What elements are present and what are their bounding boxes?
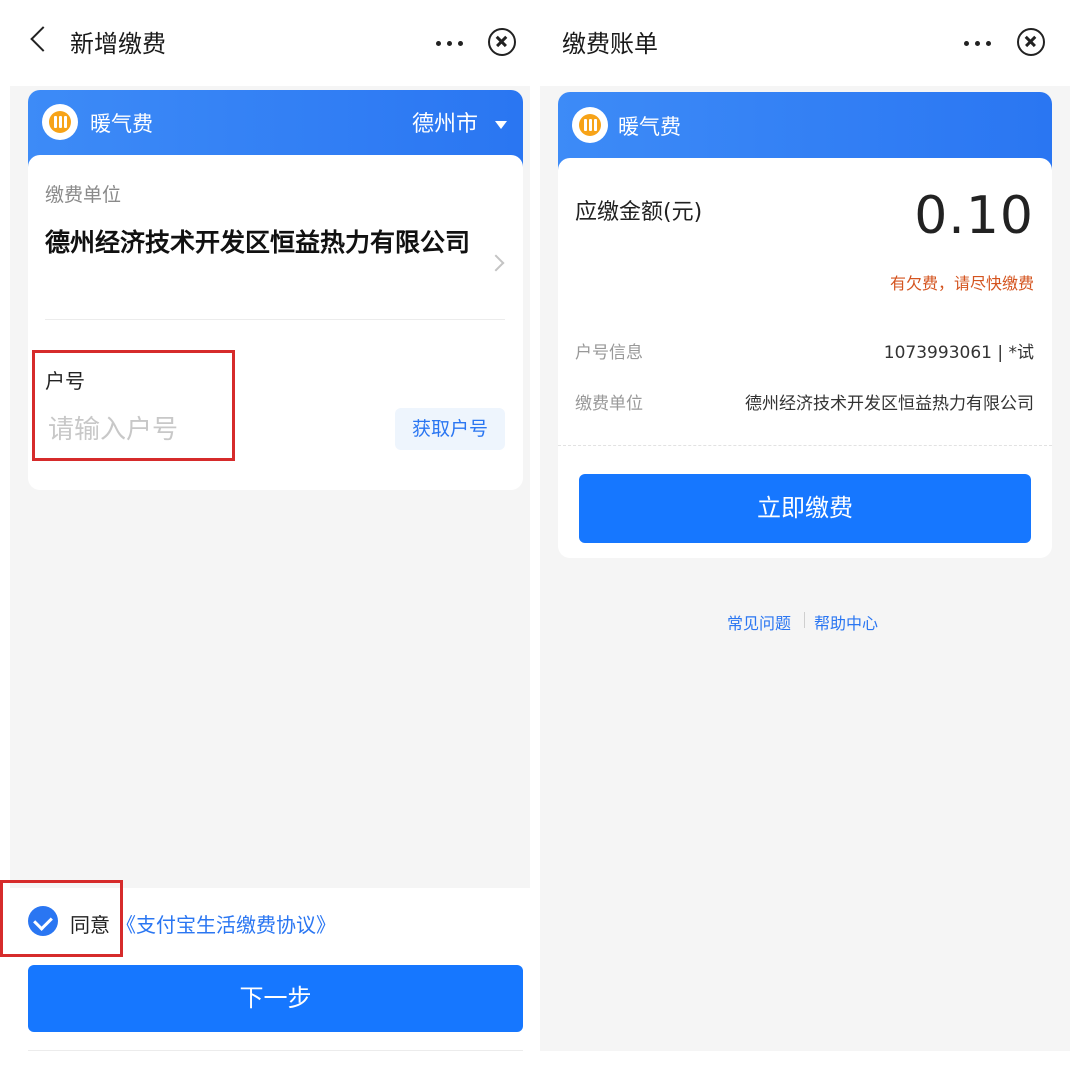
unit-selector[interactable]: 德州经济技术开发区恒益热力有限公司	[28, 215, 523, 315]
bill-card: 应缴金额(元) 0.10 有欠费，请尽快缴费 户号信息 1073993061 |…	[558, 158, 1052, 558]
page-title: 缴费账单	[562, 30, 658, 58]
account-highlight-box	[32, 350, 235, 461]
chevron-right-icon	[487, 254, 505, 272]
arrears-notice: 有欠费，请尽快缴费	[889, 274, 1034, 293]
close-icon[interactable]	[1017, 28, 1045, 56]
unit-name: 德州经济技术开发区恒益热力有限公司	[45, 228, 471, 257]
unit-value: 德州经济技术开发区恒益热力有限公司	[745, 394, 1034, 414]
dropdown-icon	[495, 121, 507, 129]
unit-label: 缴费单位	[45, 184, 122, 206]
agree-highlight-box	[0, 880, 123, 957]
fee-type-label: 暖气费	[90, 112, 153, 136]
get-account-button[interactable]: 获取户号	[395, 408, 505, 450]
new-payment-screen: 新增缴费 暖气费 德州市 缴费单位 德州经济技术开发区恒益热力有限公司 户号 获…	[0, 0, 540, 1080]
unit-label: 缴费单位	[575, 394, 643, 414]
close-icon[interactable]	[488, 28, 516, 56]
divider	[28, 1050, 523, 1051]
fee-type-label: 暖气费	[618, 115, 681, 139]
help-center-link[interactable]: 帮助中心	[814, 610, 878, 634]
dashed-divider	[558, 445, 1052, 446]
account-info-label: 户号信息	[575, 343, 643, 363]
heating-icon	[572, 107, 608, 143]
page-title: 新增缴费	[70, 30, 166, 58]
city-selector[interactable]: 德州市	[412, 106, 507, 138]
amount-label: 应缴金额(元)	[575, 200, 703, 225]
right-nav-bar: 缴费账单	[540, 0, 1080, 86]
amount-due: 0.10	[914, 186, 1034, 246]
agreement-link[interactable]: 《支付宝生活缴费协议》	[116, 909, 336, 938]
back-icon[interactable]	[30, 26, 56, 52]
next-button[interactable]: 下一步	[28, 965, 523, 1032]
more-icon[interactable]	[950, 22, 1006, 64]
account-info-value: 1073993061 | *试	[883, 343, 1034, 363]
bill-screen: 缴费账单 暖气费 应缴金额(元) 0.10 有欠费，请尽快缴费 户号信息 107…	[540, 0, 1080, 1080]
divider	[45, 319, 505, 320]
more-icon[interactable]	[422, 22, 478, 64]
city-label: 德州市	[411, 112, 478, 137]
link-separator	[804, 612, 805, 628]
heating-icon	[42, 104, 78, 140]
left-nav-bar: 新增缴费	[0, 0, 540, 86]
pay-now-button[interactable]: 立即缴费	[579, 474, 1031, 543]
faq-link[interactable]: 常见问题	[727, 610, 791, 634]
